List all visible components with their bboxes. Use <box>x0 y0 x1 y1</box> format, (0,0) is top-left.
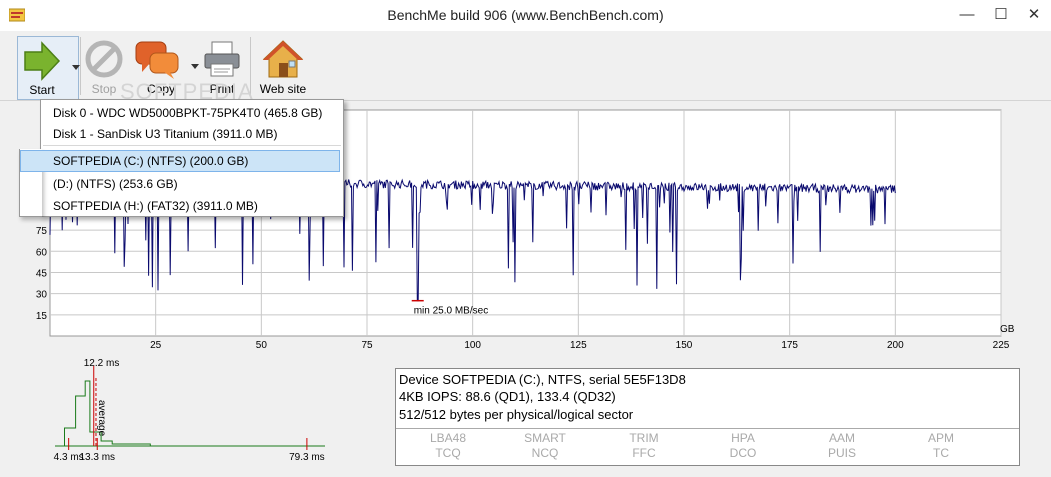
x-tick-label: 100 <box>464 340 481 351</box>
stop-icon <box>85 40 123 78</box>
dropdown-item[interactable]: SOFTPEDIA (H:) (FAT32) (3911.0 MB) <box>53 199 258 213</box>
chevron-down-icon[interactable] <box>72 65 80 71</box>
feature-bottom: NCQ <box>531 446 559 460</box>
feature-flag: AAM PUIS <box>790 431 894 461</box>
copy-speech-bubbles-icon <box>135 41 179 79</box>
maximize-button[interactable]: ☐ <box>984 0 1018 30</box>
average-label: average <box>96 400 107 437</box>
feature-top: SMART <box>524 431 566 445</box>
x-tick-label: 200 <box>887 340 904 351</box>
feature-top: LBA48 <box>429 431 467 445</box>
x-axis-unit: GB <box>1000 324 1015 335</box>
x-tick-label: 25 <box>150 340 162 351</box>
feature-flag: APM TC <box>889 431 993 461</box>
feature-top: HPA <box>731 431 755 445</box>
start-label: Start <box>29 83 55 97</box>
feature-flags: LBA48 TCQ SMART NCQ TRIM FFC HPA DCO AAM PUIS… <box>396 428 1019 466</box>
min-annotation: min 25.0 MB/sec <box>414 306 488 317</box>
feature-flag: LBA48 TCQ <box>396 431 500 461</box>
x-tick-label: 225 <box>993 340 1010 351</box>
start-arrow-icon <box>24 41 61 81</box>
histogram-svg: 12.2 ms average 4.3 ms13.3 ms 79.3 ms <box>54 358 325 463</box>
feature-bottom: PUIS <box>827 446 856 460</box>
website-label: Web site <box>259 82 307 96</box>
feature-bottom: FFC <box>632 446 656 460</box>
feature-flag: SMART NCQ <box>493 431 597 461</box>
sector-line: 512/512 bytes per physical/logical secto… <box>399 407 634 422</box>
close-button[interactable]: ✕ <box>1017 0 1051 30</box>
dropdown-item[interactable]: (D:) (NTFS) (253.6 GB) <box>53 177 178 191</box>
x-tick-label: 150 <box>676 340 693 351</box>
access-time-histogram: 12.2 ms average 4.3 ms 13.3 ms 79.3 ms <box>0 358 340 474</box>
histogram-x-labels: 4.3 ms13.3 ms 79.3 ms <box>54 438 325 463</box>
feature-top: APM <box>927 431 954 445</box>
y-tick-label: 30 <box>36 290 48 301</box>
window-title: BenchMe build 906 (www.BenchBench.com) <box>387 7 664 23</box>
feature-flag: HPA DCO <box>691 431 795 461</box>
x-tick-label: 175 <box>781 340 798 351</box>
y-tick-label: 75 <box>36 226 48 237</box>
y-axis-ticks: 15 30 45 60 75 <box>36 226 48 322</box>
dropdown-separator <box>43 145 341 146</box>
x-tick-label: 125 <box>570 340 587 351</box>
dropdown-item-selected[interactable]: SOFTPEDIA (C:) (NTFS) (200.0 GB) <box>53 154 248 168</box>
start-button[interactable]: Start <box>17 36 80 100</box>
title-bar: BenchMe build 906 (www.BenchBench.com) —… <box>0 0 1051 32</box>
histogram-x-label: 13.3 ms <box>79 452 115 463</box>
printer-icon <box>204 41 240 77</box>
y-tick-label: 15 <box>36 311 48 322</box>
dropdown-item[interactable]: Disk 0 - WDC WD5000BPKT-75PK4T0 (465.8 G… <box>53 106 322 120</box>
device-info-box: Device SOFTPEDIA (C:), NTFS, serial 5E5F… <box>395 368 1020 466</box>
dropdown-item[interactable]: Disk 1 - SanDisk U3 Titanium (3911.0 MB) <box>53 127 278 141</box>
disk-dropdown-menu: Disk 0 - WDC WD5000BPKT-75PK4T0 (465.8 G… <box>19 99 344 217</box>
feature-top: AAM <box>828 431 855 445</box>
x-tick-label: 75 <box>361 340 373 351</box>
chevron-down-icon[interactable] <box>191 64 199 70</box>
x-tick-label: 50 <box>256 340 268 351</box>
y-tick-label: 45 <box>36 268 48 279</box>
feature-bottom: TC <box>933 446 949 460</box>
iops-line: 4KB IOPS: 88.6 (QD1), 133.4 (QD32) <box>399 389 616 404</box>
toolbar-divider <box>80 37 81 95</box>
x-axis-ticks: 25 50 75 100 125 150 175 200 225 <box>150 340 1010 351</box>
website-button[interactable]: Web site <box>256 36 310 98</box>
home-icon <box>262 40 304 78</box>
histogram-x-label: 79.3 ms <box>289 452 325 463</box>
peak-label: 12.2 ms <box>84 358 120 369</box>
device-line: Device SOFTPEDIA (C:), NTFS, serial 5E5F… <box>399 372 686 387</box>
feature-top: TRIM <box>629 431 659 445</box>
y-tick-label: 60 <box>36 247 48 258</box>
minimize-button[interactable]: — <box>950 0 984 30</box>
toolbar: Start Stop Copy Print Web site SOFTPEDIA <box>0 31 1051 104</box>
feature-bottom: DCO <box>729 446 757 460</box>
feature-bottom: TCQ <box>435 446 461 460</box>
feature-flag: TRIM FFC <box>592 431 696 461</box>
